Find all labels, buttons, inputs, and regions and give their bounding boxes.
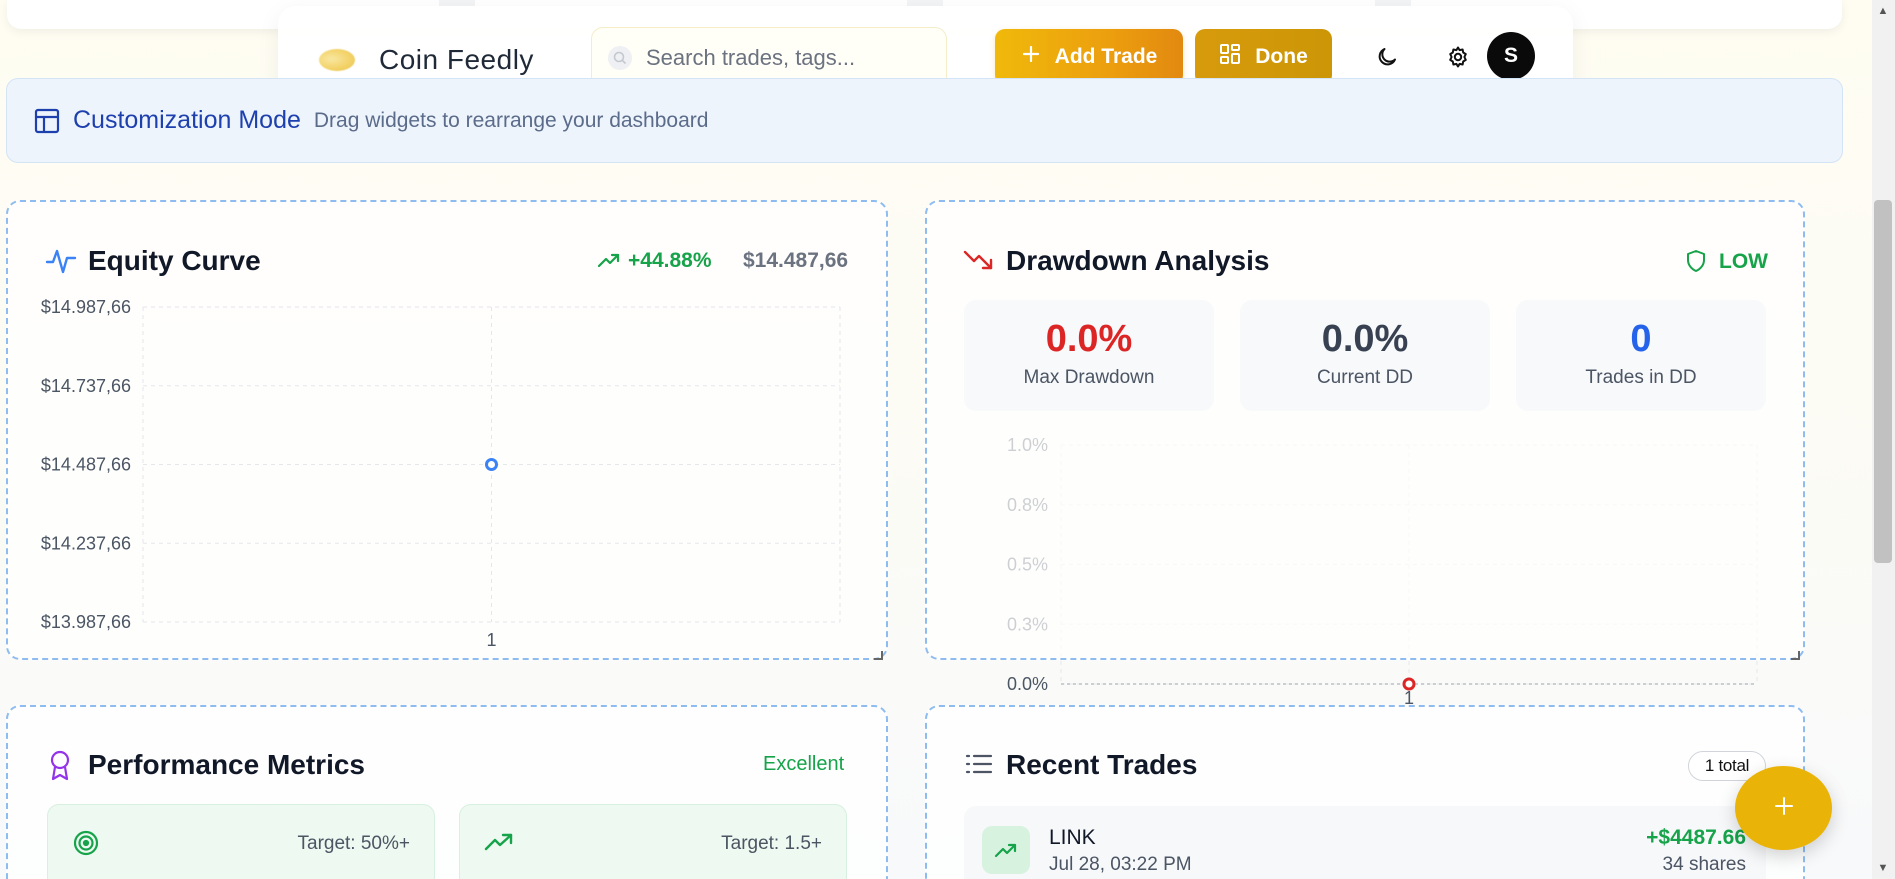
- resize-handle[interactable]: [874, 651, 883, 660]
- performance-title: Performance Metrics: [88, 749, 366, 780]
- trade-symbol: LINK: [1049, 826, 1096, 849]
- plus-icon: [1773, 795, 1795, 822]
- data-point: [485, 458, 498, 471]
- current-dd-label: Current DD: [1316, 367, 1414, 388]
- quick-add-button[interactable]: [1735, 766, 1832, 850]
- trades-in-dd-value: 0: [1630, 318, 1652, 360]
- trades-in-dd-card: 0 Trades in DD: [1516, 300, 1766, 411]
- award-icon: [47, 749, 73, 786]
- max-drawdown-value: 0.0%: [1045, 318, 1133, 360]
- risk-level: LOW: [1719, 250, 1768, 273]
- resize-handle[interactable]: [1791, 651, 1800, 660]
- list-icon: [965, 752, 993, 781]
- x-tick-label: 1: [486, 630, 496, 650]
- y-tick-label: $14.487,66: [41, 455, 131, 475]
- current-dd-value: 0.0%: [1321, 318, 1409, 360]
- scroll-up-icon[interactable]: ▲: [1876, 4, 1890, 18]
- trade-pnl: +$4487.66: [1646, 826, 1746, 849]
- drawdown-title: Drawdown Analysis: [1006, 245, 1270, 276]
- trending-up-icon: [484, 831, 514, 858]
- trade-date: Jul 28, 03:22 PM: [1049, 854, 1192, 875]
- y-tick-label: $13.987,66: [41, 612, 131, 632]
- win-rate-metric: Target: 50%+: [47, 804, 435, 879]
- scroll-down-icon[interactable]: ▼: [1876, 861, 1890, 875]
- y-tick-label: $14.987,66: [41, 297, 131, 317]
- y-tick-label: $14.237,66: [41, 533, 131, 553]
- y-tick-label: 0.0%: [1007, 674, 1048, 694]
- trending-down-icon: [963, 248, 995, 279]
- data-point: [1402, 677, 1416, 691]
- trade-row[interactable]: LINK Jul 28, 03:22 PM +$4487.66 34 share…: [964, 806, 1766, 879]
- target-icon: [72, 829, 100, 862]
- trending-up-icon: [982, 826, 1030, 874]
- win-rate-target: Target: 50%+: [297, 833, 411, 854]
- performance-rating: Excellent: [763, 753, 845, 775]
- recent-trades-title: Recent Trades: [1006, 749, 1198, 780]
- scrollbar-thumb[interactable]: [1874, 200, 1892, 563]
- trade-shares: 34 shares: [1662, 854, 1746, 875]
- profit-factor-target: Target: 1.5+: [721, 833, 822, 854]
- trades-in-dd-label: Trades in DD: [1585, 367, 1697, 388]
- current-dd-card: 0.0% Current DD: [1240, 300, 1490, 411]
- y-tick-label: $14.737,66: [41, 376, 131, 396]
- profit-factor-metric: Target: 1.5+: [459, 804, 847, 879]
- max-drawdown-card: 0.0% Max Drawdown: [964, 300, 1214, 411]
- shield-icon: [1685, 249, 1707, 278]
- max-drawdown-label: Max Drawdown: [1023, 367, 1155, 388]
